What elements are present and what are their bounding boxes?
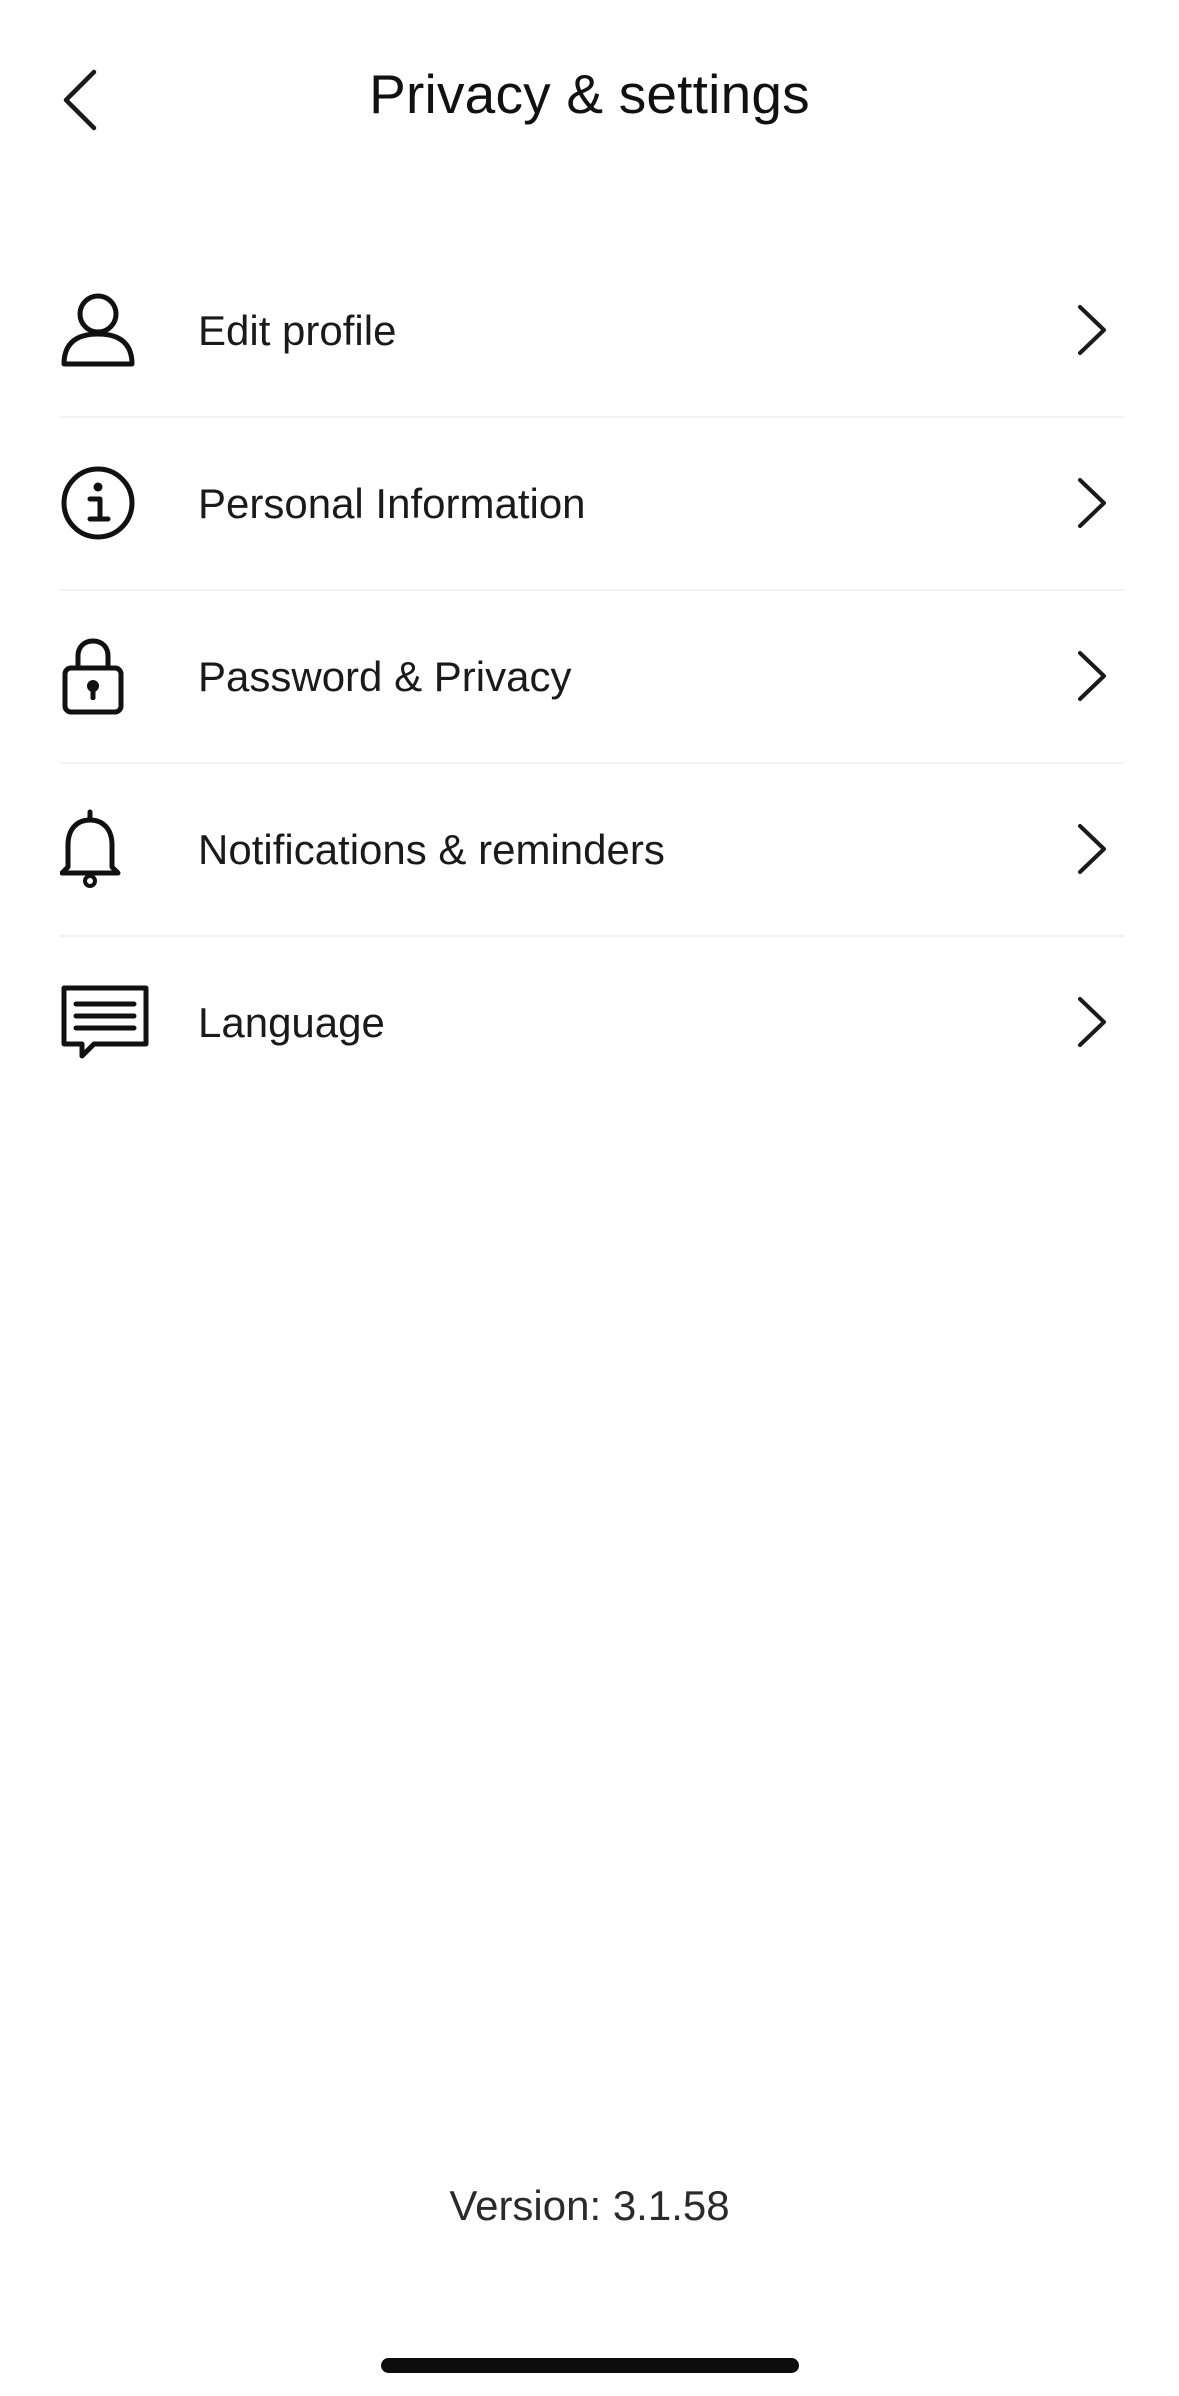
menu-item-password-privacy[interactable]: Password & Privacy (60, 591, 1124, 764)
chevron-right-icon (1070, 643, 1114, 709)
chevron-right-icon (1070, 816, 1114, 882)
menu-item-label: Personal Information (198, 479, 586, 527)
info-icon (60, 458, 150, 548)
menu-item-label: Edit profile (198, 306, 397, 354)
home-indicator[interactable] (381, 2358, 799, 2373)
menu-item-label: Password & Privacy (198, 652, 572, 700)
chevron-right-icon (1070, 297, 1114, 363)
bell-icon (60, 804, 150, 894)
message-icon (60, 977, 150, 1067)
menu-item-edit-profile[interactable]: Edit profile (60, 245, 1124, 418)
menu-item-notifications-reminders[interactable]: Notifications & reminders (60, 764, 1124, 937)
header: Privacy & settings (0, 0, 1179, 200)
menu-item-personal-information[interactable]: Personal Information (60, 418, 1124, 591)
menu-item-label: Language (198, 998, 385, 1046)
chevron-right-icon (1070, 470, 1114, 536)
lock-icon (60, 631, 150, 721)
version-label: Version: 3.1.58 (449, 2182, 730, 2229)
chevron-right-icon (1070, 989, 1114, 1055)
menu-item-label: Notifications & reminders (198, 825, 665, 873)
person-icon (60, 285, 150, 375)
menu-item-language[interactable]: Language (60, 937, 1124, 1110)
page-title: Privacy & settings (369, 63, 810, 125)
settings-menu: Edit profile Personal Information Passwo… (60, 245, 1124, 1110)
